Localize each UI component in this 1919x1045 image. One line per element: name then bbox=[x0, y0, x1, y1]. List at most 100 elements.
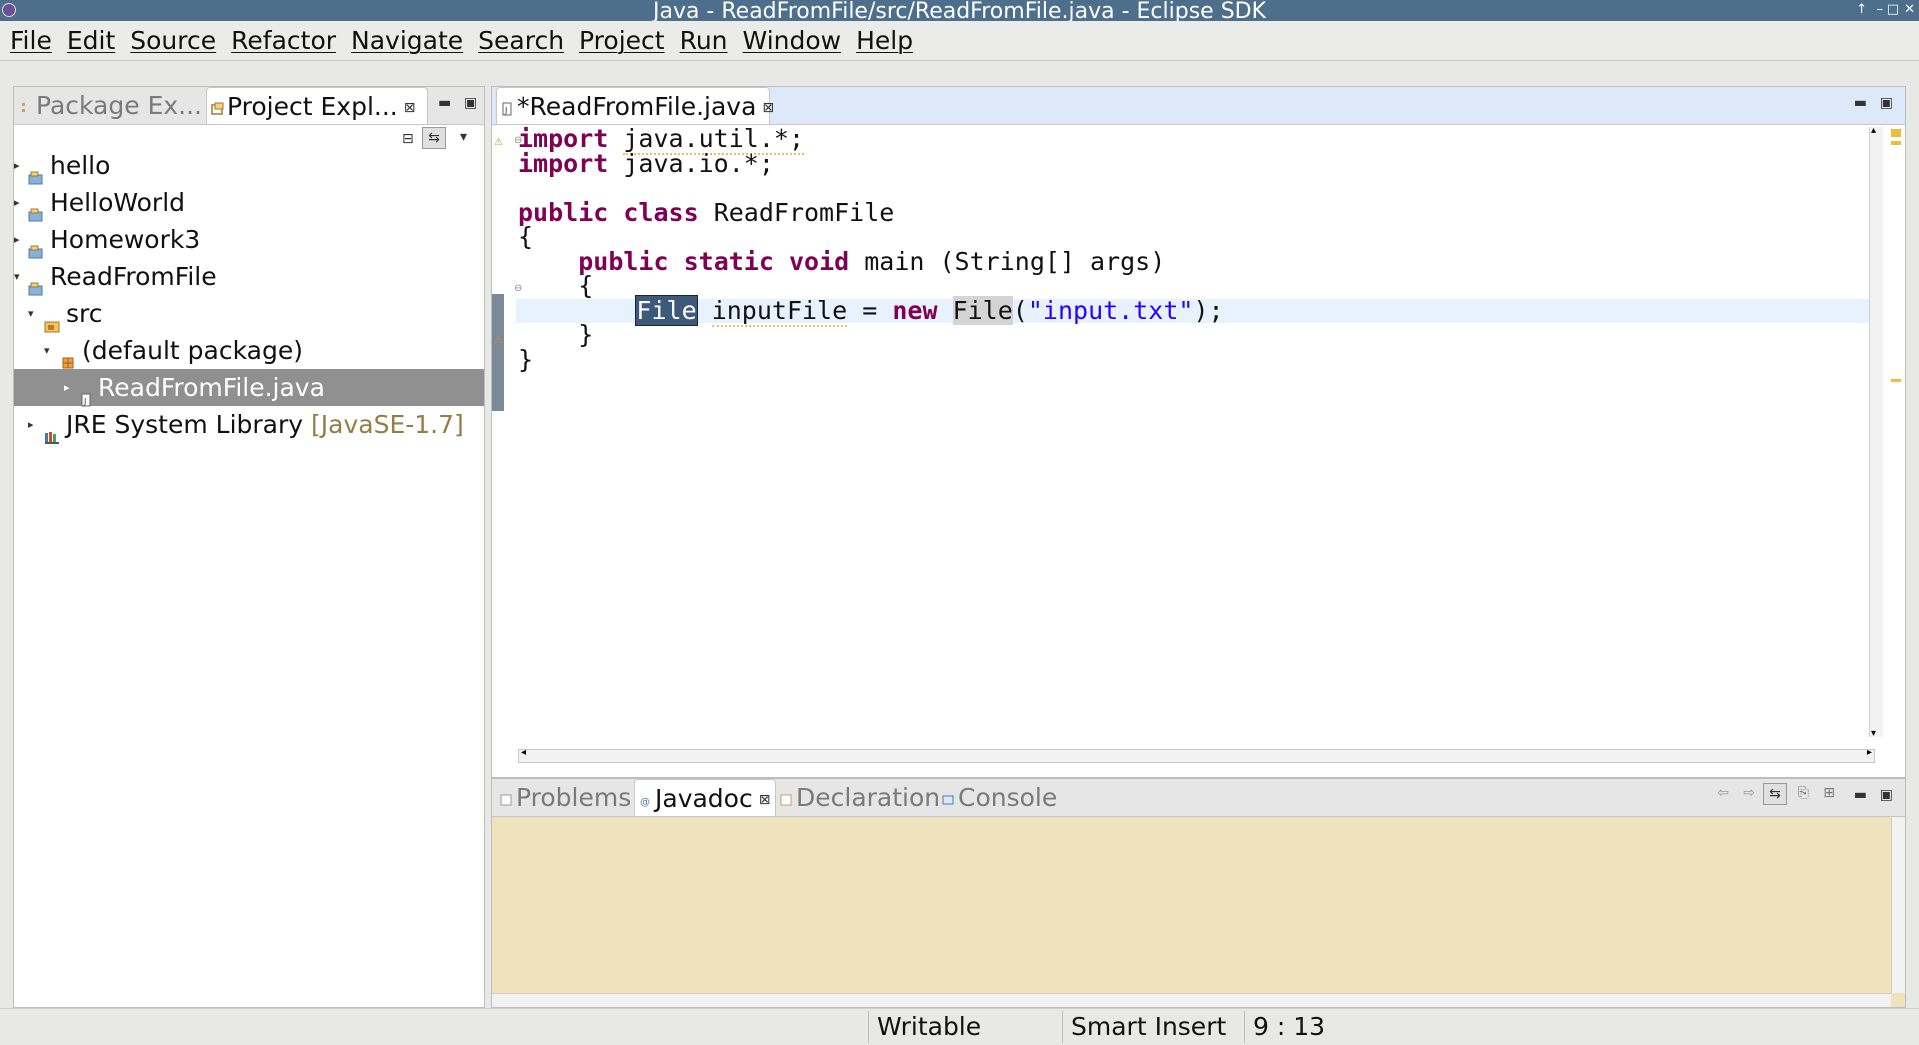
tab-problems[interactable]: Problems bbox=[496, 779, 636, 816]
editor-vertical-scrollbar[interactable]: ▴ ▾ bbox=[1869, 125, 1883, 739]
tab-package-explorer[interactable]: Package Ex... bbox=[16, 87, 216, 124]
code-line: } bbox=[518, 344, 1875, 374]
minimize-view-icon[interactable]: ▬ bbox=[438, 95, 451, 111]
scroll-down-icon[interactable]: ▾ bbox=[1871, 728, 1876, 739]
quick-fix-marker-icon[interactable]: ⚠ bbox=[494, 335, 503, 346]
view-menu-icon[interactable]: ▾ bbox=[460, 129, 467, 145]
menu-search[interactable]: Search bbox=[478, 26, 564, 55]
collapse-all-icon[interactable]: ⊟ bbox=[402, 131, 414, 147]
link-with-editor-icon[interactable]: ⇆ bbox=[422, 127, 446, 149]
code-text: } bbox=[518, 344, 534, 374]
tree-item-helloworld[interactable]: ▸ HelloWorld bbox=[14, 184, 484, 222]
editor-horizontal-scrollbar[interactable]: ◂ ▸ bbox=[518, 747, 1875, 763]
current-code-line: File inputFile = new File("input.txt"); bbox=[516, 294, 1875, 327]
open-declaration-icon[interactable]: ⊞ bbox=[1823, 785, 1835, 801]
tree-item-label: HelloWorld bbox=[50, 188, 186, 217]
tab-javadoc[interactable]: @ Javadoc ⊠ bbox=[634, 779, 776, 816]
maximize-view-icon[interactable]: ▣ bbox=[1880, 787, 1893, 803]
maximize-editor-icon[interactable]: ▣ bbox=[1880, 95, 1893, 111]
menu-source[interactable]: Source bbox=[130, 26, 216, 55]
code-text: main (String[] args) bbox=[864, 246, 1166, 276]
status-bar: Writable Smart Insert 9 : 13 bbox=[0, 1008, 1919, 1045]
editor-panel: J *ReadFromFile.java ⊠ ▬ ▣ ⚠ ⊖ ⊖ ⚠ import … bbox=[491, 86, 1906, 778]
tab-project-explorer[interactable]: Project Expl... ⊠ bbox=[206, 87, 428, 124]
menu-edit[interactable]: Edit bbox=[67, 26, 115, 55]
window-title: Java - ReadFromFile/src/ReadFromFile.jav… bbox=[652, 0, 1267, 21]
code-keyword: void bbox=[788, 246, 850, 276]
minimize-window-icon[interactable]: – bbox=[1877, 1, 1884, 19]
tree-item-homework3[interactable]: ▸ Homework3 bbox=[14, 221, 484, 259]
svg-text:@: @ bbox=[640, 797, 650, 808]
occurrence-overview-marker[interactable] bbox=[1891, 141, 1901, 145]
code-editor[interactable]: import java.util.*; import java.io.*; pu… bbox=[516, 124, 1875, 374]
scroll-up-icon[interactable]: ▴ bbox=[1871, 125, 1876, 136]
menu-window[interactable]: Window bbox=[743, 26, 842, 55]
project-icon bbox=[28, 158, 44, 185]
menu-file[interactable]: File bbox=[10, 26, 52, 55]
code-text: ); bbox=[1193, 295, 1224, 325]
close-tab-icon[interactable]: ⊠ bbox=[404, 100, 416, 116]
menu-project[interactable]: Project bbox=[579, 26, 665, 55]
javadoc-icon: @ bbox=[639, 781, 651, 808]
library-icon bbox=[44, 417, 60, 444]
close-tab-icon[interactable]: ⊠ bbox=[762, 100, 774, 116]
menu-run[interactable]: Run bbox=[680, 26, 728, 55]
tree-item-label: (default package) bbox=[82, 336, 303, 365]
close-window-icon[interactable]: ✕ bbox=[1904, 1, 1915, 19]
maximize-view-icon[interactable]: ▣ bbox=[464, 95, 477, 111]
minimize-editor-icon[interactable]: ▬ bbox=[1854, 95, 1867, 111]
explorer-tab-strip: Package Ex... Project Expl... ⊠ ▬ ▣ bbox=[14, 87, 484, 125]
expand-arrow-icon[interactable]: ▸ bbox=[14, 221, 20, 258]
eclipse-app-icon[interactable] bbox=[2, 3, 16, 17]
occurrence-highlight: File bbox=[952, 295, 1013, 325]
expand-arrow-icon[interactable]: ▸ bbox=[14, 147, 20, 184]
tab-declaration[interactable]: Declaration bbox=[776, 779, 946, 816]
back-arrow-icon[interactable]: ⇦ bbox=[1717, 785, 1729, 801]
tree-item-hello[interactable]: ▸ hello bbox=[14, 147, 484, 185]
javadoc-horizontal-scrollbar[interactable] bbox=[492, 993, 1891, 1007]
java-file-icon: J bbox=[80, 380, 96, 407]
javadoc-vertical-scrollbar[interactable] bbox=[1891, 817, 1905, 993]
close-tab-icon[interactable]: ⊠ bbox=[759, 792, 771, 808]
tab-label: Problems bbox=[516, 783, 632, 812]
tree-item-default-package[interactable]: ▾ (default package) bbox=[14, 332, 484, 369]
tree-item-jre-system-library[interactable]: ▸ JRE System Library [JavaSE-1.7] bbox=[14, 406, 484, 444]
code-text: = bbox=[862, 295, 878, 325]
tree-item-label: hello bbox=[50, 151, 111, 180]
menu-help[interactable]: Help bbox=[856, 26, 913, 55]
forward-arrow-icon[interactable]: ⇨ bbox=[1743, 785, 1755, 801]
link-with-selection-icon[interactable]: ⇆ bbox=[1763, 783, 1787, 805]
tree-item-decoration: [JavaSE-1.7] bbox=[311, 410, 464, 439]
tree-item-readfromfile[interactable]: ▾ ReadFromFile bbox=[14, 258, 484, 296]
minimize-view-icon[interactable]: ▬ bbox=[1854, 787, 1867, 803]
declaration-icon bbox=[780, 780, 792, 806]
open-attached-javadoc-icon[interactable]: ⎘ bbox=[1798, 785, 1809, 801]
scroll-left-icon[interactable]: ◂ bbox=[521, 747, 526, 758]
expand-arrow-icon[interactable]: ▸ bbox=[14, 184, 20, 221]
tab-console[interactable]: Console bbox=[938, 779, 1068, 816]
tree-item-readfromfile-java[interactable]: ▸ J ReadFromFile.java bbox=[14, 369, 484, 407]
code-line: public static void main (String[] args) bbox=[518, 246, 1875, 276]
warning-marker-icon[interactable]: ⚠ bbox=[494, 137, 503, 148]
expand-arrow-icon[interactable]: ▸ bbox=[64, 369, 70, 406]
expand-arrow-icon[interactable]: ▸ bbox=[28, 406, 34, 443]
menu-refactor[interactable]: Refactor bbox=[231, 26, 336, 55]
overview-ruler[interactable] bbox=[1889, 127, 1903, 737]
collapse-arrow-icon[interactable]: ▾ bbox=[14, 258, 20, 295]
scroll-right-icon[interactable]: ▸ bbox=[1867, 747, 1872, 758]
code-keyword: static bbox=[683, 246, 774, 276]
occurrence-overview-marker[interactable] bbox=[1891, 379, 1901, 382]
menu-navigate[interactable]: Navigate bbox=[351, 26, 463, 55]
status-cursor-position: 9 : 13 bbox=[1244, 1011, 1384, 1043]
warning-overview-marker[interactable] bbox=[1891, 129, 1901, 137]
tree-item-label: src bbox=[66, 299, 103, 328]
collapse-arrow-icon[interactable]: ▾ bbox=[28, 295, 34, 332]
window-up-icon[interactable]: ↑ bbox=[1856, 1, 1867, 19]
tree-item-src[interactable]: ▾ src bbox=[14, 295, 484, 333]
status-insert-mode[interactable]: Smart Insert bbox=[1062, 1011, 1242, 1043]
maximize-window-icon[interactable]: □ bbox=[1887, 1, 1899, 19]
collapse-arrow-icon[interactable]: ▾ bbox=[44, 332, 50, 369]
console-icon bbox=[942, 780, 954, 805]
tab-label: Project Expl... bbox=[227, 92, 398, 121]
tab-readfromfile-java[interactable]: J *ReadFromFile.java ⊠ bbox=[496, 87, 774, 124]
